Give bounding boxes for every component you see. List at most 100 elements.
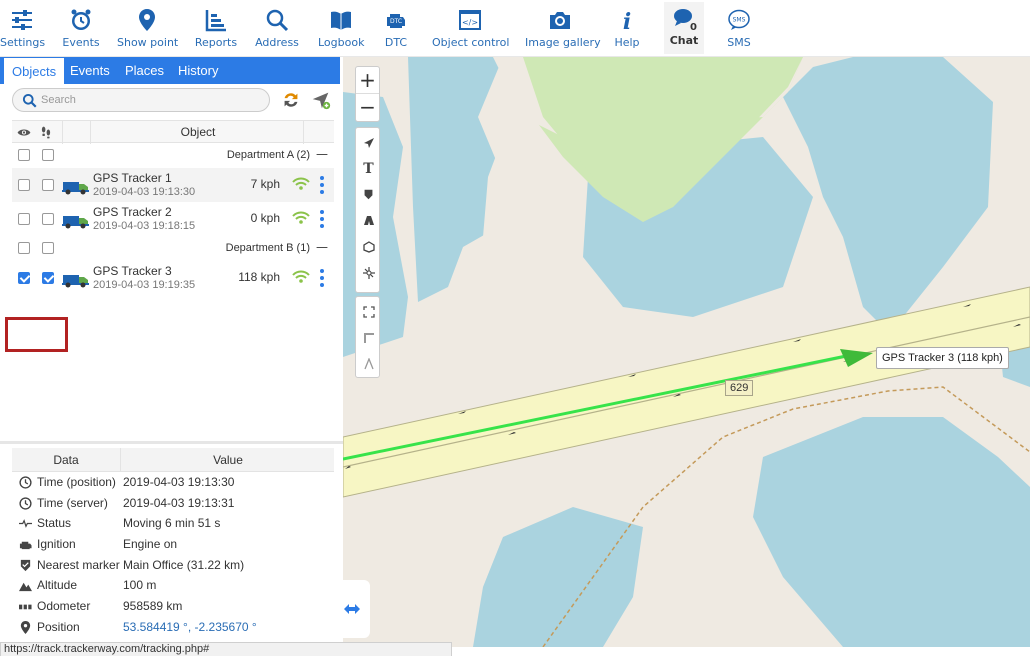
tab-objects[interactable]: Objects	[3, 57, 66, 84]
detail-value: Main Office (31.22 km)	[123, 557, 245, 572]
tracker-row[interactable]: GPS Tracker 2 2019-04-03 19:18:15 0 kph	[12, 202, 334, 236]
tracker-visible-checkbox[interactable]	[18, 179, 30, 191]
details-header: Data Value	[12, 448, 334, 472]
measure-angle-icon[interactable]	[356, 351, 381, 377]
detail-row: Ignition Engine on	[12, 534, 334, 555]
route-icon[interactable]	[356, 208, 381, 234]
tracker-name: GPS Tracker 2	[93, 205, 172, 219]
dtc-button[interactable]: DTC DTC	[382, 4, 410, 54]
object-control-button[interactable]: </> Object control	[432, 4, 509, 54]
sms-button[interactable]: SMS SMS	[722, 4, 756, 54]
tracker-follow-checkbox[interactable]	[42, 179, 54, 191]
detail-label: Status	[37, 516, 72, 531]
chat-button[interactable]: 0 Chat	[664, 2, 704, 54]
refresh-icon[interactable]	[280, 89, 302, 111]
truck-icon	[62, 275, 89, 288]
tracker-name: GPS Tracker 3	[93, 264, 172, 278]
group-row: Department B (1) —	[12, 236, 334, 261]
sliders-icon	[12, 10, 32, 30]
clock-icon	[19, 476, 32, 489]
column-divider	[62, 121, 63, 144]
chat-count-badge: 0	[690, 22, 697, 33]
tab-places[interactable]: Places	[117, 57, 172, 84]
detail-label: Position	[37, 619, 80, 634]
detail-label: Ignition	[37, 537, 76, 552]
expand-arrows-icon[interactable]	[343, 602, 361, 616]
events-button[interactable]: Events	[60, 4, 102, 54]
svg-text:</>: </>	[462, 18, 478, 27]
vehicle-map-label[interactable]: GPS Tracker 3 (118 kph)	[876, 347, 1009, 369]
detail-value: 2019-04-03 19:13:31	[123, 495, 235, 510]
tracker-row[interactable]: GPS Tracker 1 2019-04-03 19:13:30 7 kph	[12, 168, 334, 202]
detail-value: 2019-04-03 19:13:30	[123, 475, 235, 489]
group-collapse-button[interactable]: —	[316, 147, 328, 161]
ruler-icon[interactable]	[356, 325, 381, 351]
detail-label: Nearest marker	[37, 557, 120, 572]
map-pin-icon	[20, 620, 31, 634]
detail-value: 100 m	[123, 578, 157, 593]
more-menu-icon[interactable]	[320, 210, 324, 228]
tracker-row[interactable]: GPS Tracker 3 2019-04-03 19:19:35 118 kp…	[12, 261, 334, 295]
tracker-speed: 118 kph	[238, 270, 280, 284]
object-column-header: Object	[180, 125, 216, 139]
panel-toggle[interactable]	[336, 580, 370, 638]
tracker-follow-checkbox[interactable]	[42, 272, 54, 284]
search-input[interactable]	[41, 92, 261, 108]
navigate-icon[interactable]	[356, 130, 381, 156]
signal-icon	[292, 211, 310, 224]
tracker-name: GPS Tracker 1	[93, 171, 172, 185]
code-icon: </>	[459, 10, 481, 30]
eye-icon[interactable]	[17, 127, 31, 138]
tracker-visible-checkbox[interactable]	[18, 272, 30, 284]
fullscreen-icon[interactable]	[356, 299, 381, 325]
help-button[interactable]: i Help	[612, 4, 642, 54]
show-point-button[interactable]: Show point	[117, 4, 178, 54]
map-pin-icon	[139, 9, 155, 31]
group-follow-checkbox[interactable]	[42, 242, 54, 254]
details-table: Data Value Time (position) 2019-04-03 19…	[12, 448, 334, 638]
footsteps-icon[interactable]	[40, 126, 52, 139]
zoom-in-button[interactable]: +	[356, 67, 379, 94]
send-location-icon[interactable]	[310, 89, 332, 111]
group-follow-checkbox[interactable]	[42, 149, 54, 161]
tracker-visible-checkbox[interactable]	[18, 213, 30, 225]
tracker-time: 2019-04-03 19:19:35	[93, 279, 196, 291]
poi-icon[interactable]	[356, 260, 381, 286]
odometer-icon	[19, 604, 32, 610]
tracker-follow-checkbox[interactable]	[42, 213, 54, 225]
pulse-icon	[19, 519, 32, 529]
detail-label: Time (server)	[37, 495, 108, 510]
signal-icon	[292, 177, 310, 190]
map-view[interactable]: 629 GPS Tracker 3 (118 kph)	[343, 57, 1030, 647]
group-visible-checkbox[interactable]	[18, 242, 30, 254]
detail-label: Time (position)	[37, 475, 116, 489]
tracker-speed: 0 kph	[250, 211, 280, 225]
marker-shield-icon[interactable]	[356, 182, 381, 208]
text-tool-icon[interactable]: T	[356, 156, 381, 182]
zoom-out-button[interactable]: −	[356, 94, 379, 121]
tab-events[interactable]: Events	[62, 57, 118, 84]
detail-label: Odometer	[37, 599, 91, 614]
reports-button[interactable]: Reports	[194, 4, 238, 54]
group-name: Department A (2)	[226, 149, 310, 161]
svg-text:i: i	[623, 9, 631, 32]
group-collapse-button[interactable]: —	[316, 240, 328, 254]
address-button[interactable]: Address	[255, 4, 299, 54]
detail-label: Altitude	[37, 578, 78, 593]
more-menu-icon[interactable]	[320, 176, 324, 194]
settings-button[interactable]: Settings	[0, 4, 45, 54]
panel-divider[interactable]	[0, 441, 343, 444]
status-bar-url: https://track.trackerway.com/tracking.ph…	[0, 642, 452, 656]
logbook-button[interactable]: Logbook	[318, 4, 364, 54]
mountain-icon	[19, 583, 32, 592]
truck-icon	[62, 216, 89, 229]
group-visible-checkbox[interactable]	[18, 149, 30, 161]
map-tools-secondary	[355, 296, 380, 378]
tab-history[interactable]: History	[170, 57, 226, 84]
polygon-icon[interactable]	[356, 234, 381, 260]
position-link[interactable]: 53.584419 °, -2.235670 °	[123, 620, 257, 634]
more-menu-icon[interactable]	[320, 269, 324, 287]
shield-icon	[20, 559, 31, 571]
image-gallery-button[interactable]: Image gallery	[525, 4, 601, 54]
engine-icon: DTC	[387, 14, 405, 28]
